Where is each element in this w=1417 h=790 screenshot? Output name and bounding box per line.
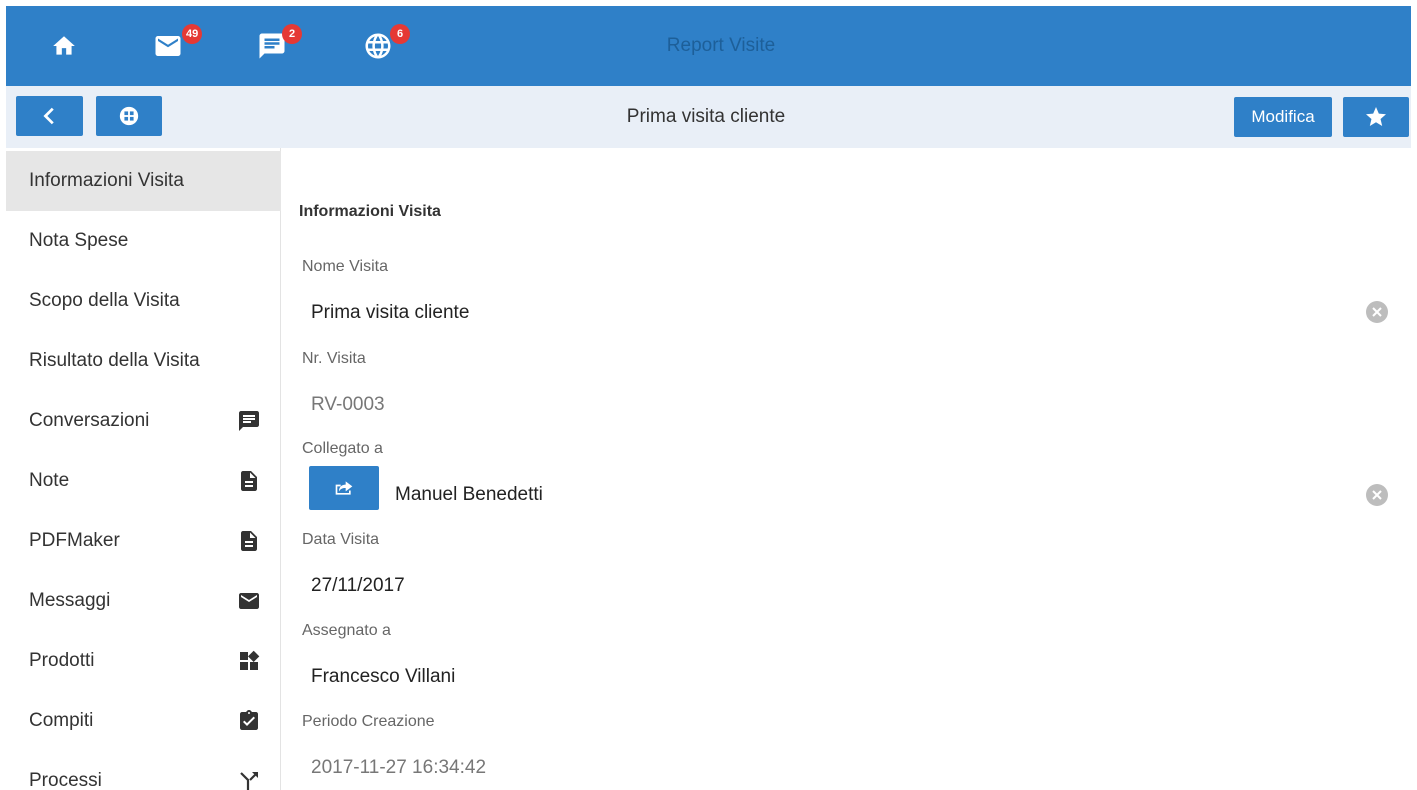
home-icon [53, 36, 75, 55]
field-label-nome-visita: Nome Visita [302, 258, 388, 275]
clear-nome-visita-button[interactable] [1366, 301, 1388, 323]
nome-visita-input[interactable]: Prima visita cliente [311, 302, 469, 324]
chat-button[interactable]: 2 [242, 6, 302, 86]
home-button[interactable] [34, 6, 94, 86]
mail-badge: 49 [182, 24, 203, 44]
share-icon [335, 481, 353, 495]
nr-visita-value: RV-0003 [311, 394, 385, 415]
app-title: Report Visite [666, 35, 776, 56]
menu-button[interactable] [96, 96, 162, 136]
sidebar-item-nota-spese[interactable]: Nota Spese [6, 211, 281, 271]
close-icon [1372, 307, 1382, 317]
chat-badge: 2 [282, 24, 302, 44]
star-icon [1366, 107, 1386, 126]
mail-button[interactable]: 49 [138, 6, 203, 86]
assegnato-a-input[interactable]: Francesco Villani [311, 666, 455, 688]
sidebar-item-informazioni-visita[interactable]: Informazioni Visita [6, 151, 281, 211]
sidebar-item-label: Informazioni Visita [29, 170, 184, 191]
sidebar-item-label: Conversazioni [29, 410, 150, 431]
sidebar-item-label: Compiti [29, 710, 94, 731]
sidebar-item-label: Risultato della Visita [29, 350, 200, 371]
globe-icon [365, 33, 391, 59]
open-link-button[interactable] [309, 466, 379, 510]
document-icon [241, 471, 257, 491]
field-label-collegato-a: Collegato a [302, 440, 383, 457]
clear-collegato-a-button[interactable] [1366, 484, 1388, 506]
chat-icon [239, 411, 259, 431]
mail-icon [155, 36, 181, 56]
document-icon [241, 531, 257, 551]
chevron-left-icon [42, 107, 54, 125]
sidebar-item-label: Nota Spese [29, 230, 129, 251]
sidebar: Informazioni Visita Nota Spese Scopo del… [6, 148, 281, 790]
clipboard-check-icon [240, 710, 258, 730]
sidebar-item-label: Messaggi [29, 590, 111, 611]
mail-icon [239, 593, 259, 609]
merge-icon [240, 772, 258, 790]
globe-badge: 6 [390, 24, 410, 44]
favorite-button[interactable] [1343, 97, 1409, 137]
sidebar-item-processi[interactable]: Processi [6, 751, 281, 790]
sidebar-item-label: Prodotti [29, 650, 95, 671]
grid-circle-icon [119, 106, 139, 126]
sidebar-item-messaggi[interactable]: Messaggi [6, 571, 281, 631]
section-title: Informazioni Visita [299, 203, 441, 220]
edit-button[interactable]: Modifica [1234, 97, 1332, 137]
sidebar-item-scopo-visita[interactable]: Scopo della Visita [6, 271, 281, 331]
collegato-a-value[interactable]: Manuel Benedetti [395, 484, 543, 506]
top-bar: 49 2 6 Report Visite [6, 6, 1411, 86]
sidebar-item-note[interactable]: Note [6, 451, 281, 511]
sidebar-item-label: Scopo della Visita [29, 290, 180, 311]
field-label-nr-visita: Nr. Visita [302, 350, 366, 367]
sidebar-item-risultato-visita[interactable]: Risultato della Visita [6, 331, 281, 391]
sidebar-item-conversazioni[interactable]: Conversazioni [6, 391, 281, 451]
data-visita-input[interactable]: 27/11/2017 [311, 575, 405, 597]
back-button[interactable] [16, 96, 83, 136]
app-frame: 49 2 6 Report Visite Modifica Prima visi… [6, 6, 1411, 790]
sidebar-item-compiti[interactable]: Compiti [6, 691, 281, 751]
sidebar-item-label: PDFMaker [29, 530, 120, 551]
field-label-periodo-creazione: Periodo Creazione [302, 713, 435, 730]
sidebar-item-label: Processi [29, 770, 102, 790]
page-title: Prima visita cliente [626, 106, 786, 127]
sidebar-item-pdfmaker[interactable]: PDFMaker [6, 511, 281, 571]
globe-button[interactable]: 6 [348, 6, 410, 86]
widgets-icon [240, 650, 260, 670]
sidebar-item-label: Note [29, 470, 70, 491]
field-label-assegnato-a: Assegnato a [302, 622, 391, 639]
periodo-creazione-value: 2017-11-27 16:34:42 [311, 757, 487, 778]
close-icon [1372, 490, 1382, 500]
field-label-data-visita: Data Visita [302, 531, 380, 548]
main-content: Informazioni Visita Nome Visita Prima vi… [282, 148, 1411, 790]
sidebar-item-prodotti[interactable]: Prodotti [6, 631, 281, 691]
